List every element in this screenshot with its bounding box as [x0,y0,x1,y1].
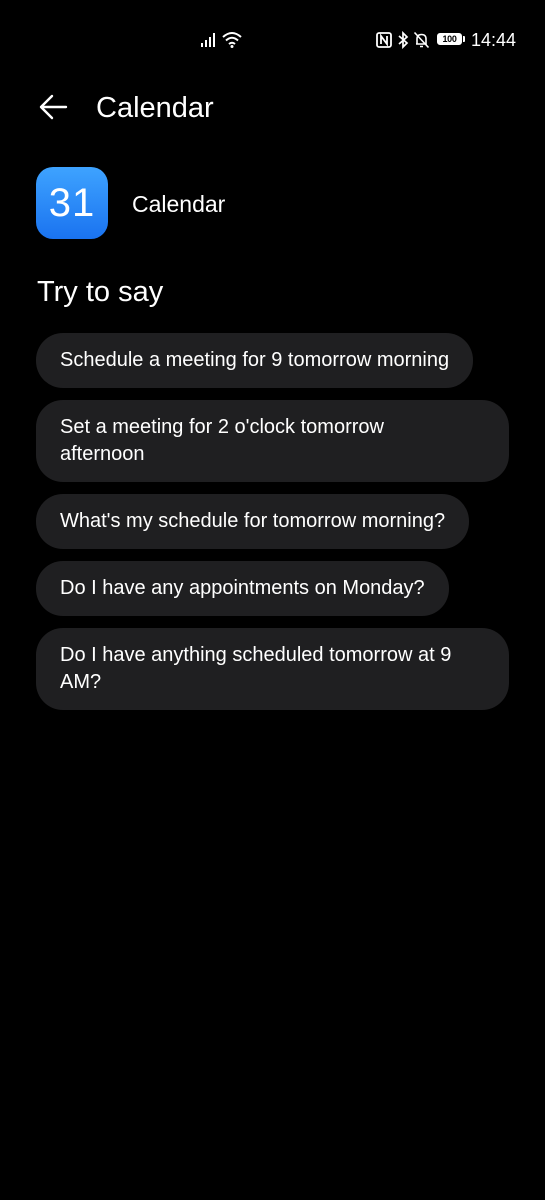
bell-off-icon [413,31,430,49]
calendar-app-icon: 31 [36,167,108,239]
suggestion-chip[interactable]: Do I have anything scheduled tomorrow at… [36,628,509,710]
battery-level: 100 [442,34,457,44]
battery-icon: 100 [437,33,467,47]
page-title: Calendar [96,92,214,124]
bluetooth-icon [398,31,409,49]
suggestion-chip[interactable]: Set a meeting for 2 o'clock tomorrow aft… [36,400,509,482]
status-time: 14:44 [471,30,517,50]
calendar-icon-date: 31 [48,180,96,225]
suggestion-chip[interactable]: Schedule a meeting for 9 tomorrow mornin… [36,333,474,388]
arrow-left-icon [39,94,68,120]
signal-icon [201,33,215,47]
suggestion-chip[interactable]: What's my schedule for tomorrow morning? [36,494,470,549]
app-name: Calendar [132,191,226,217]
status-bar: 100 14:44 [0,0,545,82]
wifi-icon [222,32,242,48]
back-button[interactable] [30,84,76,130]
suggestion-list: Schedule a meeting for 9 tomorrow mornin… [36,333,509,722]
nfc-icon [376,32,392,48]
suggestion-chip[interactable]: Do I have any appointments on Monday? [36,561,449,616]
section-title: Try to say [37,276,164,308]
